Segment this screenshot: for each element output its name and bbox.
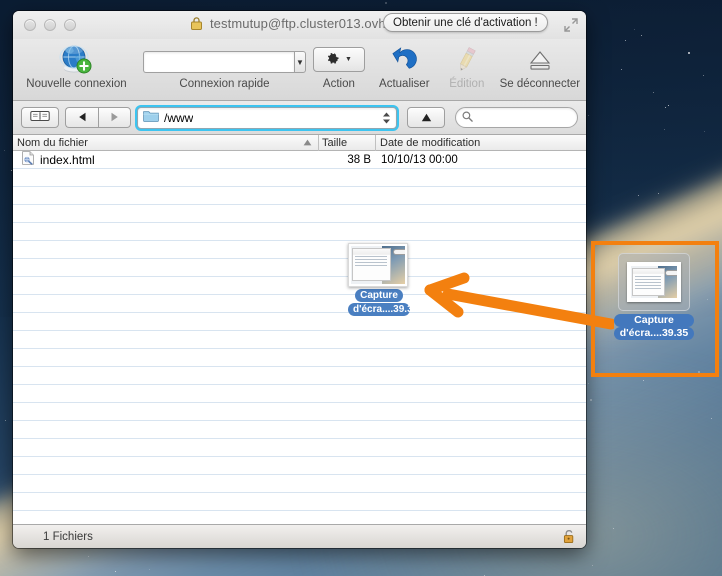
- table-row-empty[interactable]: [13, 367, 586, 385]
- table-row-empty[interactable]: [13, 475, 586, 493]
- status-bar: 1 Fichiers: [13, 524, 586, 548]
- gear-icon: [326, 51, 341, 69]
- quick-connect-input[interactable]: [143, 51, 294, 73]
- table-row-empty[interactable]: [13, 457, 586, 475]
- cell-file-size: 38 B: [347, 153, 371, 166]
- desktop-icon-label: Capture d'écra....39.35: [614, 314, 694, 340]
- toolbar-action[interactable]: ▼ Action: [309, 43, 369, 90]
- table-row-empty[interactable]: [13, 439, 586, 457]
- toolbar-new-connection[interactable]: Nouvelle connexion: [13, 43, 140, 90]
- status-text: 1 Fichiers: [43, 530, 93, 543]
- nav-history-segment[interactable]: [65, 107, 131, 128]
- forward-button[interactable]: [98, 107, 131, 128]
- chevron-down-icon: ▼: [296, 57, 304, 67]
- toolbar-quick-connect[interactable]: ▼ Connexion rapide: [140, 43, 309, 90]
- toolbar-edit[interactable]: Édition: [440, 43, 494, 90]
- toolbar-action-label: Action: [322, 78, 355, 90]
- activation-key-tooltip[interactable]: Obtenir une clé d'activation !: [383, 13, 548, 32]
- triangle-up-icon: [421, 109, 432, 127]
- column-header-date[interactable]: Date de modification: [375, 134, 586, 151]
- toolbar-disconnect-label: Se déconnecter: [499, 78, 581, 90]
- table-row-empty[interactable]: [13, 313, 586, 331]
- html-file-icon: [22, 151, 34, 168]
- folder-icon: [143, 109, 159, 127]
- window-title-text: testmutup@ftp.cluster013.ovh.net: [209, 16, 408, 31]
- table-row-empty[interactable]: [13, 403, 586, 421]
- pencil-icon: [453, 43, 481, 77]
- column-header-name[interactable]: Nom du fichier: [13, 135, 296, 151]
- table-row-empty[interactable]: [13, 241, 586, 259]
- desktop-icon-selection[interactable]: [618, 253, 690, 311]
- search-icon: [462, 109, 473, 127]
- table-row-empty[interactable]: [13, 223, 586, 241]
- tooltip-text: Obtenir une clé d'activation !: [393, 16, 538, 29]
- eject-icon: [524, 43, 556, 77]
- book-icon: [30, 109, 50, 127]
- toolbar-quick-connect-label: Connexion rapide: [179, 78, 270, 90]
- chevron-down-icon: ▼: [344, 56, 352, 63]
- file-name-text: index.html: [40, 152, 95, 167]
- quick-connect-dropdown-button[interactable]: ▼: [294, 51, 306, 73]
- sort-asc-icon[interactable]: [296, 135, 318, 151]
- table-row-empty[interactable]: [13, 205, 586, 223]
- stepper-icon[interactable]: [382, 111, 391, 124]
- back-button[interactable]: [65, 107, 98, 128]
- toolbar-new-connection-label: Nouvelle connexion: [26, 78, 127, 90]
- table-row-empty[interactable]: [13, 277, 586, 295]
- triangle-left-icon: [78, 109, 87, 127]
- file-list-rows[interactable]: index.html 38 B 10/10/13 00:00: [13, 151, 586, 524]
- file-list-header[interactable]: Nom du fichier Taille Date de modificati…: [13, 134, 586, 151]
- fullscreen-icon[interactable]: [564, 18, 578, 32]
- table-row-empty[interactable]: [13, 349, 586, 367]
- table-row-empty[interactable]: [13, 169, 586, 187]
- toolbar-refresh[interactable]: Actualiser: [369, 43, 440, 90]
- window-toolbar[interactable]: Nouvelle connexion ▼ Connexion rapide ▼: [13, 39, 586, 101]
- search-field[interactable]: [455, 107, 578, 128]
- table-row-empty[interactable]: [13, 295, 586, 313]
- table-row-empty[interactable]: [13, 493, 586, 511]
- path-value: /www: [164, 110, 194, 125]
- refresh-icon: [389, 43, 419, 77]
- table-row-empty[interactable]: [13, 259, 586, 277]
- table-row[interactable]: index.html 38 B 10/10/13 00:00: [13, 151, 586, 169]
- file-list[interactable]: index.html 38 B 10/10/13 00:00: [13, 151, 586, 524]
- column-header-size[interactable]: Taille: [318, 134, 375, 151]
- search-input[interactable]: [477, 111, 571, 124]
- triangle-right-icon: [110, 109, 119, 127]
- path-combobox[interactable]: /www: [137, 106, 397, 129]
- action-menu-button[interactable]: ▼: [312, 47, 365, 72]
- navigation-bar[interactable]: /www: [13, 101, 586, 135]
- lock-icon: [191, 17, 203, 33]
- toolbar-edit-label: Édition: [449, 78, 485, 90]
- unlocked-padlock-icon[interactable]: [562, 529, 576, 548]
- cell-file-name: index.html: [13, 151, 296, 168]
- table-row-empty[interactable]: [13, 385, 586, 403]
- globe-add-icon: [59, 43, 93, 77]
- screenshot-thumbnail-icon: [627, 262, 681, 302]
- toolbar-refresh-label: Actualiser: [379, 78, 430, 90]
- table-row-empty[interactable]: [13, 421, 586, 439]
- ftp-client-window[interactable]: testmutup@ftp.cluster013.ovh.net Nouvell…: [13, 11, 586, 548]
- parent-directory-button[interactable]: [407, 107, 445, 128]
- bookmarks-button[interactable]: [21, 107, 59, 128]
- desktop-file-icon[interactable]: Capture d'écra....39.35: [614, 253, 694, 340]
- toolbar-disconnect[interactable]: Se déconnecter: [494, 43, 586, 90]
- table-row-empty[interactable]: [13, 187, 586, 205]
- table-row-empty[interactable]: [13, 331, 586, 349]
- table-row-empty[interactable]: [13, 511, 586, 524]
- cell-file-date: 10/10/13 00:00: [381, 153, 458, 166]
